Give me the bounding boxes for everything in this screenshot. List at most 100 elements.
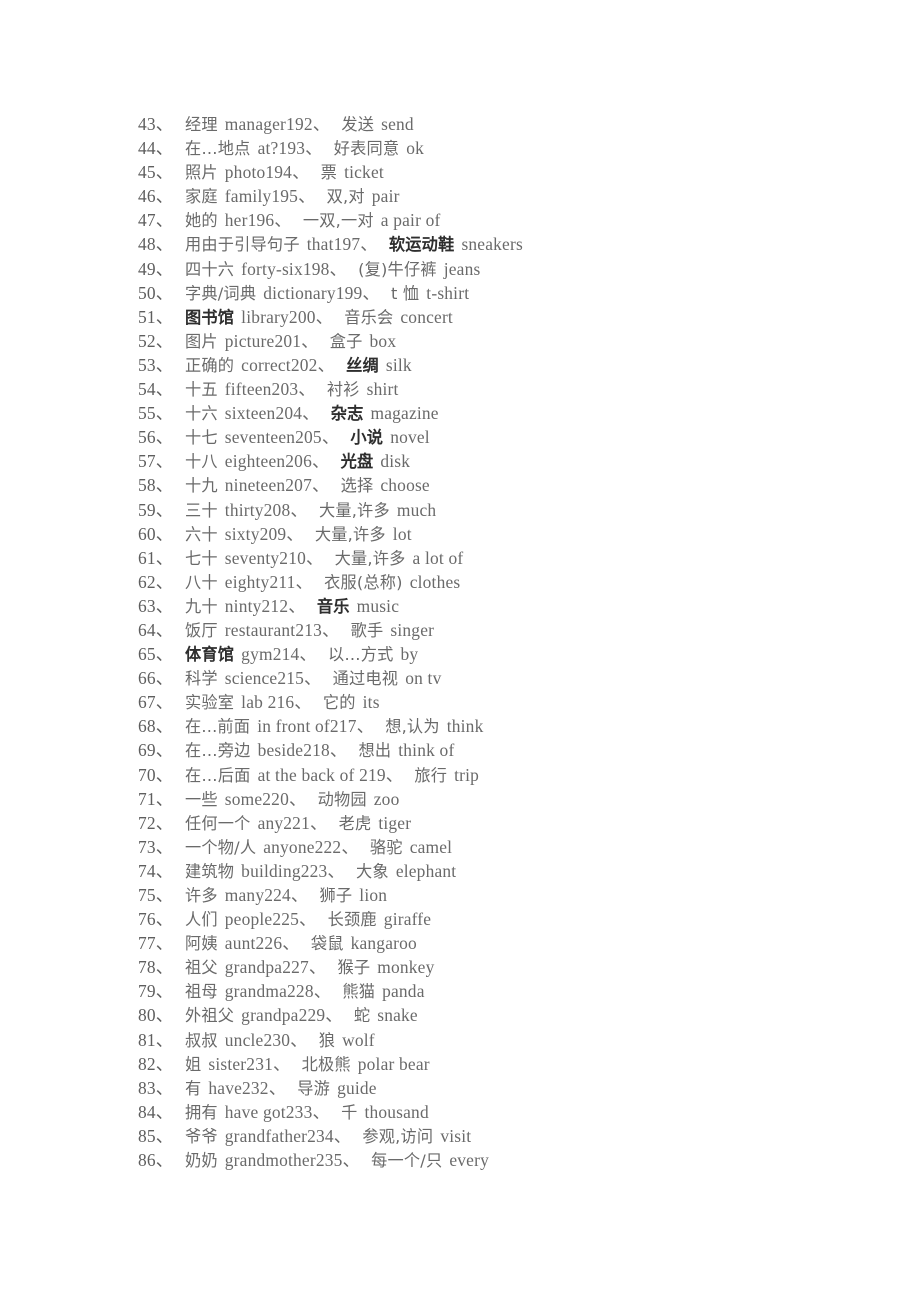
entry-chinese-secondary: 双,对 <box>326 187 365 207</box>
entry-body: 经理 manager192、 发送 send <box>185 112 414 137</box>
entry-chinese-secondary: 大量,许多 <box>318 500 390 520</box>
entry-english-primary: beside218、 <box>257 740 348 761</box>
entry-english-primary: photo194、 <box>224 162 310 183</box>
entry-english-secondary: guide <box>337 1077 377 1098</box>
entry-index: 54、 <box>138 379 174 400</box>
entry-english-primary: family195、 <box>224 186 316 207</box>
entry-english-primary: sister231、 <box>208 1053 291 1074</box>
entry-english-primary: ninty212、 <box>224 595 306 616</box>
entry-body: 阿姨 aunt226、 袋鼠 kangaroo <box>185 931 417 956</box>
entry-english-primary: in front of217、 <box>257 716 375 737</box>
entry-chinese-primary: 图书馆 <box>185 307 235 327</box>
entry-english-secondary: clothes <box>409 571 461 592</box>
entry-body: 八十 eighty211、 衣服(总称) clothes <box>185 570 460 595</box>
entry-english-primary: forty-six198、 <box>241 258 348 279</box>
entry-body: 一个物/人 anyone222、 骆驼 camel <box>185 835 452 860</box>
entry-english-secondary: singer <box>390 619 435 640</box>
entry-body: 体育馆 gym214、 以…方式 by <box>185 642 418 667</box>
entry-english-primary: some220、 <box>224 788 307 809</box>
entry-index: 45、 <box>138 162 174 183</box>
entry-index: 51、 <box>138 306 174 327</box>
entry-chinese-secondary: 熊猫 <box>342 982 376 1002</box>
entry-english-secondary: send <box>381 114 414 134</box>
vocab-entry-row: 62、 八十 eighty211、 衣服(总称) clothes <box>138 570 878 594</box>
vocab-entry-row: 80、 外祖父 grandpa229、蛇 snake <box>138 1003 878 1027</box>
entry-index: 80、 <box>138 1005 174 1026</box>
entry-chinese-primary: 建筑物 <box>185 861 235 881</box>
entry-body: 外祖父 grandpa229、蛇 snake <box>185 1003 418 1028</box>
entry-body: 十七 seventeen205、 小说 novel <box>185 425 430 450</box>
entry-chinese-secondary: 票 <box>320 163 338 183</box>
entry-english-primary: seventeen205、 <box>224 427 340 448</box>
entry-chinese-primary: 人们 <box>185 910 218 930</box>
entry-chinese-secondary: 杂志 <box>330 404 364 424</box>
entry-chinese-primary: 许多 <box>185 886 218 905</box>
entry-index: 75、 <box>138 885 174 905</box>
entry-english-secondary: think <box>446 716 484 737</box>
entry-index: 60、 <box>138 523 174 544</box>
entry-body: 祖父 grandpa227、 猴子 monkey <box>185 955 434 980</box>
entry-body: 人们 people225、 长颈鹿 giraffe <box>185 907 431 932</box>
vocabulary-list: 43、 经理 manager192、 发送 send 44、 在…地点 at?193、 好表同意… <box>138 112 878 1172</box>
vocab-entry-row: 61、 七十 seventy210、 大量,许多 a lot of <box>138 546 878 570</box>
entry-english-primary: library200、 <box>241 306 334 327</box>
entry-index: 71、 <box>138 788 174 809</box>
document-page: 43、 经理 manager192、 发送 send 44、 在…地点 at?193、 好表同意… <box>0 0 920 1302</box>
vocab-entry-row: 54、 十五 fifteen203、 衬衫 shirt <box>138 377 878 401</box>
vocab-entry-row: 86、 奶奶 grandmother235、 每一个/只 every <box>138 1148 878 1172</box>
entry-index: 69、 <box>138 740 174 761</box>
entry-index: 52、 <box>138 330 174 351</box>
entry-body: 十九 nineteen207、 选择 choose <box>185 473 430 498</box>
entry-english-primary: seventy210、 <box>224 547 324 568</box>
entry-chinese-secondary: 丝绸 <box>346 355 379 375</box>
entry-chinese-secondary: 长颈鹿 <box>327 910 377 930</box>
entry-english-primary: grandpa229、 <box>241 1005 343 1026</box>
entry-english-secondary: wolf <box>342 1029 375 1050</box>
entry-chinese-secondary: 选择 <box>340 476 374 496</box>
entry-chinese-primary: 字典/词典 <box>185 283 257 303</box>
vocab-entry-row: 76、 人们 people225、 长颈鹿 giraffe <box>138 907 878 931</box>
entry-chinese-primary: 正确的 <box>185 355 235 375</box>
entry-index: 61、 <box>138 547 174 568</box>
entry-english-secondary: ticket <box>344 162 384 183</box>
entry-english-primary: lab 216、 <box>241 692 312 713</box>
entry-index: 66、 <box>138 668 174 689</box>
entry-english-secondary: t-shirt <box>426 282 470 303</box>
entry-chinese-secondary: 大量,许多 <box>334 548 406 568</box>
entry-chinese-secondary: 狼 <box>318 1030 336 1050</box>
entry-index: 86、 <box>138 1150 174 1171</box>
entry-index: 53、 <box>138 354 174 375</box>
entry-chinese-primary: 奶奶 <box>185 1151 218 1171</box>
entry-index: 58、 <box>138 475 174 496</box>
vocab-entry-row: 64、 饭厅 restaurant213、 歌手 singer <box>138 618 878 642</box>
entry-index: 49、 <box>138 258 174 279</box>
entry-chinese-primary: 姐 <box>185 1054 202 1074</box>
entry-chinese-secondary: 老虎 <box>338 813 372 833</box>
entry-chinese-primary: 十八 <box>185 452 218 472</box>
entry-english-secondary: lot <box>392 523 412 544</box>
entry-english-secondary: box <box>369 330 397 351</box>
entry-chinese-secondary: 千 <box>341 1102 358 1122</box>
entry-english-primary: correct202、 <box>241 354 336 375</box>
vocab-entry-row: 73、 一个物/人 anyone222、 骆驼 camel <box>138 835 878 859</box>
entry-chinese-primary: 十五 <box>185 380 218 400</box>
entry-body: 拥有 have got233、千 thousand <box>185 1100 429 1125</box>
entry-english-primary: science215、 <box>224 668 322 689</box>
entry-chinese-secondary: 发送 <box>341 115 375 134</box>
entry-chinese-primary: 阿姨 <box>185 934 218 954</box>
entry-chinese-primary: 实验室 <box>185 693 235 713</box>
entry-english-secondary: ok <box>406 138 425 159</box>
entry-index: 74、 <box>138 860 174 881</box>
entry-english-primary: grandmother235、 <box>224 1150 361 1171</box>
entry-english-primary: at?193、 <box>257 138 323 159</box>
vocab-entry-row: 69、 在…旁边 beside218、 想出 think of <box>138 738 878 762</box>
entry-chinese-primary: 一个物/人 <box>185 837 257 857</box>
entry-english-primary: dictionary199、 <box>263 282 381 303</box>
entry-chinese-primary: 八十 <box>185 572 218 592</box>
entry-body: 奶奶 grandmother235、 每一个/只 every <box>185 1148 489 1173</box>
entry-english-primary: eighty211、 <box>224 571 314 592</box>
entry-body: 照片 photo194、票 ticket <box>185 160 384 185</box>
entry-chinese-secondary: 小说 <box>350 428 384 448</box>
entry-chinese-primary: 经理 <box>185 115 218 134</box>
entry-index: 48、 <box>138 234 174 255</box>
